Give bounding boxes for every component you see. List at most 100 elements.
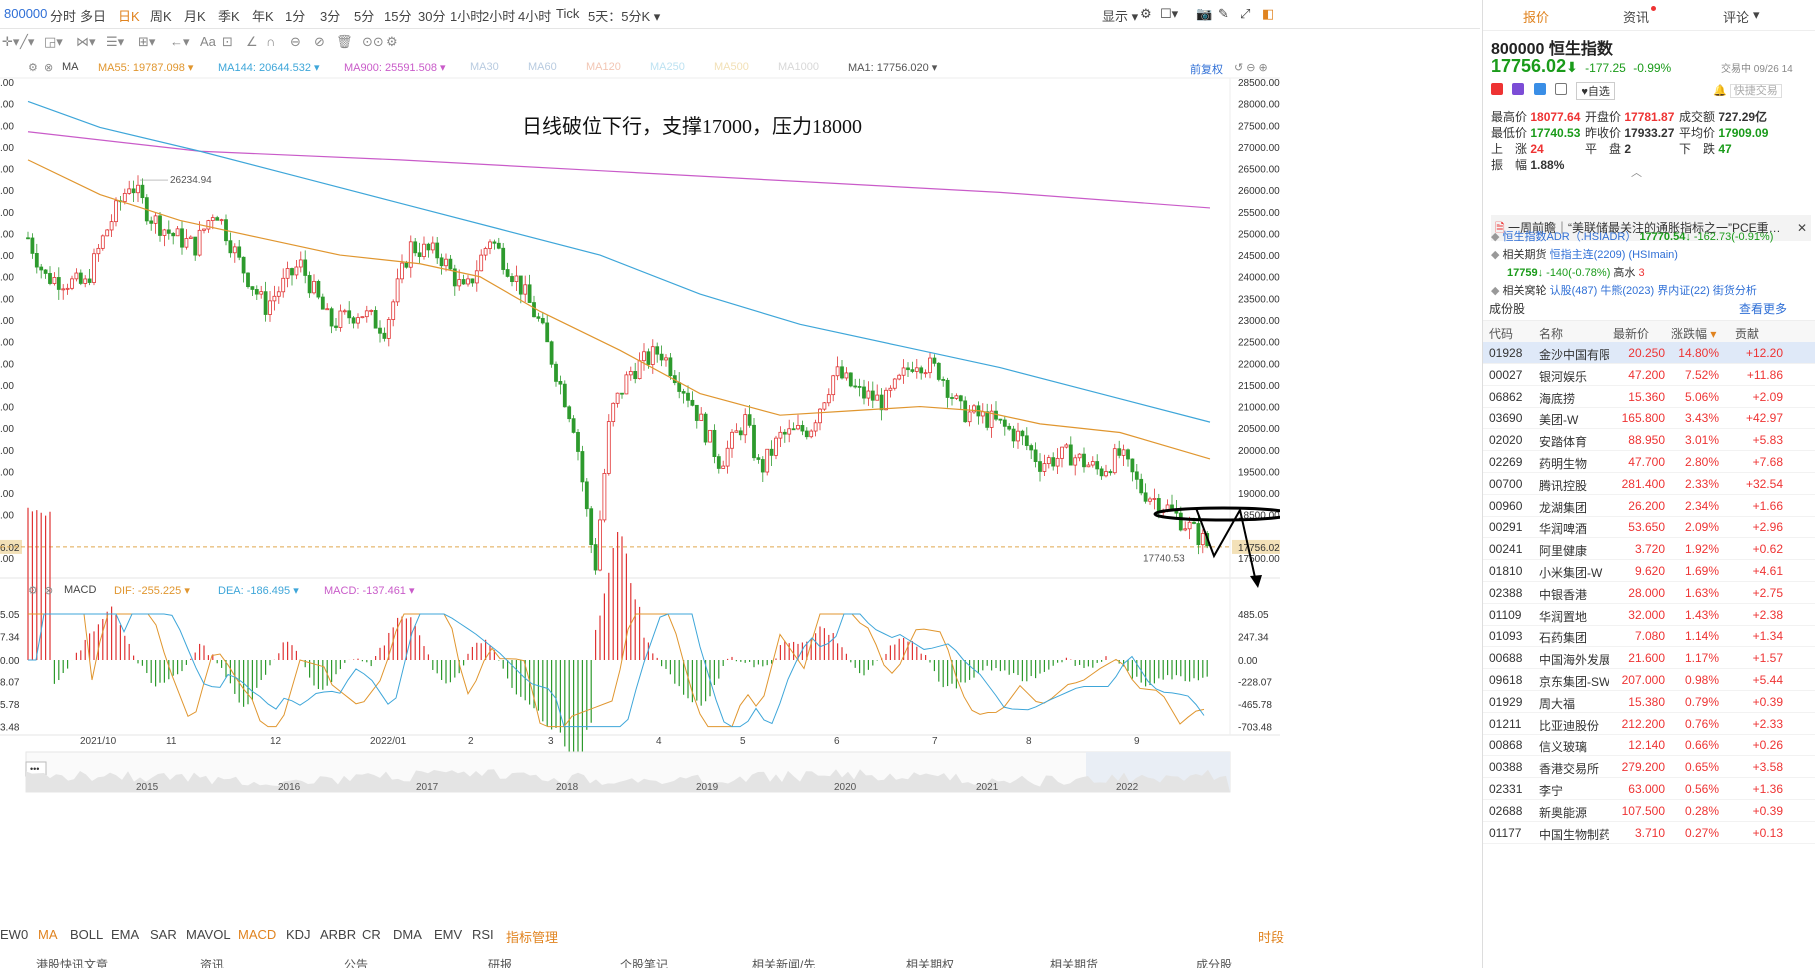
table-row[interactable]: 00027 银河娱乐 47.200 7.52% +11.86 bbox=[1483, 364, 1815, 386]
table-row[interactable]: 01928 金沙中国有限 20.250 14.80% +12.20 bbox=[1483, 342, 1815, 364]
stat-item: 上 涨 24 bbox=[1491, 142, 1544, 156]
plugin-icon[interactable] bbox=[1512, 83, 1525, 95]
table-row[interactable]: 00388 香港交易所 279.200 0.65% +3.58 bbox=[1483, 756, 1815, 779]
bottom-tab[interactable]: 研报 bbox=[488, 956, 512, 968]
macd-tick: 485.05 bbox=[1238, 610, 1269, 621]
candle-body bbox=[848, 372, 853, 387]
table-row[interactable]: 02020 安踏体育 88.950 3.01% +5.83 bbox=[1483, 429, 1815, 452]
tab-comments[interactable]: 评论 bbox=[1723, 7, 1749, 26]
table-row[interactable]: 02269 药明生物 47.700 2.80% +7.68 bbox=[1483, 451, 1815, 473]
indicator-tab[interactable]: CR bbox=[362, 927, 381, 942]
row-name: 安踏体育 bbox=[1539, 435, 1588, 450]
indicator-tab[interactable]: RSI bbox=[472, 927, 494, 942]
bottom-tab[interactable]: 相关期权 bbox=[906, 956, 954, 968]
col-code[interactable]: 代码 bbox=[1489, 325, 1513, 342]
table-row[interactable]: 01211 比亚迪股份 212.200 0.76% +2.33 bbox=[1483, 713, 1815, 735]
candle-body bbox=[136, 184, 140, 194]
inline-link[interactable]: 界内证(22) bbox=[1657, 285, 1710, 297]
candle-body bbox=[325, 308, 330, 311]
macd-close-icon[interactable]: ⊗ bbox=[44, 584, 53, 597]
warrant-link[interactable]: 认股(487) bbox=[1550, 285, 1598, 297]
quick-trade[interactable]: 🔔 快捷交易 bbox=[1713, 82, 1782, 98]
timing-label[interactable]: 时段 bbox=[1258, 927, 1284, 946]
bottom-tab[interactable]: 相关期货 bbox=[1050, 956, 1098, 968]
street-link[interactable]: 街货分析 bbox=[1713, 285, 1757, 297]
adr-link[interactable]: 恒生指数ADR（.HSIADR） bbox=[1503, 231, 1637, 243]
close-news-icon[interactable]: ✕ bbox=[1797, 215, 1807, 241]
row-change: 0.27% bbox=[1684, 825, 1719, 840]
bottom-tab[interactable]: 个股笔记 bbox=[620, 956, 668, 968]
collapse-icon[interactable]: ︿ bbox=[1631, 164, 1642, 180]
table-row[interactable]: 00291 华润啤酒 53.650 2.09% +2.96 bbox=[1483, 516, 1815, 539]
chart-area[interactable]: 800000 分时 多日 日K 周K 月K 季K 年K 1分 3分 5分 15分 30分 1小时 2小时 4… bbox=[0, 0, 1480, 968]
col-name[interactable]: 名称 bbox=[1539, 325, 1563, 342]
candle-body bbox=[175, 228, 180, 237]
futures-link[interactable]: 恒指主连(2209) bbox=[1550, 249, 1626, 261]
bottom-tab[interactable]: 公告 bbox=[344, 956, 368, 968]
overview-year: 2016 bbox=[278, 782, 301, 793]
table-row[interactable]: 01093 石药集团 7.080 1.14% +1.34 bbox=[1483, 625, 1815, 648]
price-change-pct: -0.99% bbox=[1633, 61, 1672, 75]
tab-news[interactable]: 资讯 bbox=[1623, 7, 1649, 26]
table-row[interactable]: 01929 周大福 15.380 0.79% +0.39 bbox=[1483, 691, 1815, 713]
indicator-tab[interactable]: EMA bbox=[111, 927, 139, 942]
candle-body bbox=[879, 394, 884, 411]
overview-year: 2017 bbox=[416, 782, 439, 793]
indicator-tab[interactable]: MAVOL bbox=[186, 927, 231, 942]
candle-body bbox=[804, 430, 809, 438]
cbbc-link[interactable]: 牛熊(2023) bbox=[1600, 285, 1654, 297]
indicator-tab[interactable]: EMV bbox=[434, 927, 462, 942]
view-more-link[interactable]: 查看更多 bbox=[1739, 300, 1787, 317]
table-row[interactable]: 00241 阿里健康 3.720 1.92% +0.62 bbox=[1483, 538, 1815, 561]
indicator-tab[interactable]: EW0 bbox=[0, 927, 28, 942]
bottom-tab[interactable]: 资讯 bbox=[200, 956, 224, 968]
table-row[interactable]: 00960 龙湖集团 26.200 2.34% +1.66 bbox=[1483, 495, 1815, 517]
indicator-tab[interactable]: ARBR bbox=[320, 927, 356, 942]
kline-svg[interactable]: 28500.00 28000.00 27500.00 27000.00 26500.00… bbox=[0, 0, 1280, 960]
candle-body bbox=[523, 284, 528, 295]
table-row[interactable]: 03690 美团-W 165.800 3.43% +42.97 bbox=[1483, 407, 1815, 430]
candle-body bbox=[114, 200, 118, 223]
candle-body bbox=[1156, 498, 1161, 513]
table-row[interactable]: 00700 腾讯控股 281.400 2.33% +32.54 bbox=[1483, 473, 1815, 495]
table-row[interactable]: 02688 新奥能源 107.500 0.28% +0.39 bbox=[1483, 800, 1815, 822]
indicator-tab[interactable]: MACD bbox=[238, 927, 276, 942]
table-row[interactable]: 06862 海底捞 15.360 5.06% +2.09 bbox=[1483, 386, 1815, 408]
candle-body bbox=[562, 383, 567, 408]
comments-menu-icon[interactable]: ▾ bbox=[1753, 7, 1760, 23]
bottom-tab[interactable]: 相关新闻/先 bbox=[752, 956, 815, 968]
row-price: 281.400 bbox=[1621, 476, 1665, 491]
table-row[interactable]: 00868 信义玻璃 12.140 0.66% +0.26 bbox=[1483, 734, 1815, 757]
table-row[interactable]: 01109 华润置地 32.000 1.43% +2.38 bbox=[1483, 604, 1815, 626]
col-price[interactable]: 最新价 bbox=[1613, 325, 1649, 342]
table-row[interactable]: 01810 小米集团-W 9.620 1.69% +4.61 bbox=[1483, 560, 1815, 582]
indicator-tab[interactable]: DMA bbox=[393, 927, 422, 942]
macd-settings-icon[interactable]: ⚙ bbox=[28, 584, 38, 597]
candle-body bbox=[1046, 457, 1051, 465]
indicator-tab[interactable]: MA bbox=[38, 927, 58, 942]
doc-icon[interactable] bbox=[1555, 83, 1568, 95]
table-row[interactable]: 01177 中国生物制药 3.710 0.27% +0.13 bbox=[1483, 822, 1815, 844]
row-change: 14.80% bbox=[1678, 346, 1719, 360]
left-price-tick: .00 bbox=[0, 359, 14, 370]
table-row[interactable]: 02331 李宁 63.000 0.56% +1.36 bbox=[1483, 778, 1815, 800]
bottom-tab[interactable]: 港股快讯文章 bbox=[36, 956, 108, 968]
time-tick: 5 bbox=[740, 736, 746, 747]
indicator-tab[interactable]: BOLL bbox=[70, 927, 103, 942]
indicator-tab[interactable]: 指标管理 bbox=[506, 927, 558, 946]
table-row[interactable]: 09618 京东集团-SW 207.000 0.98% +5.44 bbox=[1483, 669, 1815, 691]
candle-body bbox=[1196, 523, 1201, 546]
row-change: 0.79% bbox=[1684, 694, 1719, 709]
bottom-tab[interactable]: 成分股 bbox=[1196, 956, 1232, 968]
tag-icon[interactable] bbox=[1533, 83, 1546, 95]
watchlist-button[interactable]: ♥自选 bbox=[1576, 82, 1615, 100]
row-name: 比亚迪股份 bbox=[1539, 718, 1600, 733]
col-contrib[interactable]: 贡献 bbox=[1735, 325, 1759, 342]
indicator-tab[interactable]: KDJ bbox=[286, 927, 311, 942]
tab-quote[interactable]: 报价 bbox=[1523, 7, 1549, 26]
table-row[interactable]: 00688 中国海外发展 21.600 1.17% +1.57 bbox=[1483, 647, 1815, 670]
indicator-tab[interactable]: SAR bbox=[150, 927, 177, 942]
candle-body bbox=[769, 448, 774, 456]
table-row[interactable]: 02388 中银香港 28.000 1.63% +2.75 bbox=[1483, 582, 1815, 604]
col-change[interactable]: 涨跌幅 ▾ bbox=[1671, 325, 1716, 342]
